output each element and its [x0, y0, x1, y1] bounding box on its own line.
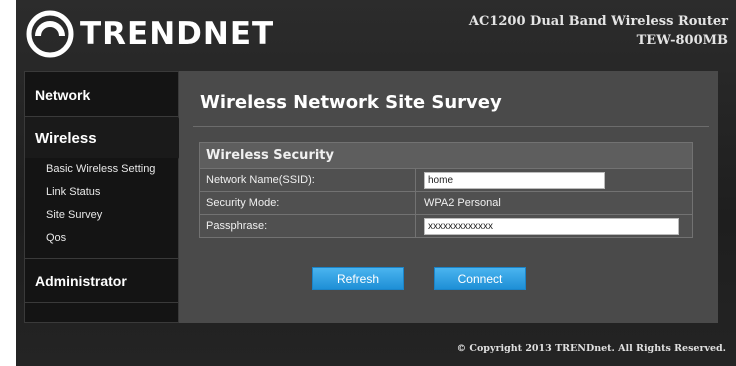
wireless-submenu: Basic Wireless Setting Link Status Site …: [25, 158, 178, 259]
section-title: Wireless Security: [199, 142, 693, 169]
product-name: AC1200 Dual Band Wireless Router: [468, 14, 728, 29]
sidebar-item-wireless[interactable]: Wireless: [25, 116, 191, 159]
sidebar-item-link-status[interactable]: Link Status: [25, 181, 178, 204]
table-row: Network Name(SSID):: [199, 168, 693, 192]
product-info: AC1200 Dual Band Wireless Router TEW-800…: [469, 12, 728, 50]
header: TRENDNET AC1200 Dual Band Wireless Route…: [16, 0, 736, 66]
passphrase-input[interactable]: [424, 217, 679, 235]
sidebar: Network Wireless Basic Wireless Setting …: [24, 71, 191, 323]
ssid-label: Network Name(SSID):: [199, 168, 416, 192]
ssid-input[interactable]: [424, 171, 605, 189]
brand-logo: TRENDNET: [26, 10, 274, 58]
main-content: Wireless Network Site Survey Wireless Se…: [179, 71, 718, 323]
page-title: Wireless Network Site Survey: [200, 92, 502, 113]
sidebar-item-basic-wireless-setting[interactable]: Basic Wireless Setting: [25, 158, 178, 181]
table-row: Passphrase:: [199, 214, 693, 238]
product-model: TEW-800MB: [636, 33, 728, 48]
passphrase-label: Passphrase:: [199, 214, 416, 238]
security-mode-label: Security Mode:: [199, 191, 416, 215]
sidebar-item-network[interactable]: Network: [25, 72, 178, 116]
sidebar-item-site-survey[interactable]: Site Survey: [25, 204, 178, 227]
router-admin-frame: TRENDNET AC1200 Dual Band Wireless Route…: [16, 0, 736, 366]
brand-name: TRENDNET: [80, 15, 275, 52]
refresh-button[interactable]: Refresh: [312, 267, 404, 290]
sidebar-item-qos[interactable]: Qos: [25, 227, 178, 250]
wireless-security-table: Wireless Security Network Name(SSID): Se…: [199, 142, 693, 238]
trendnet-logo-icon: [26, 10, 74, 58]
security-mode-value: WPA2 Personal: [415, 191, 693, 215]
title-divider: [193, 126, 709, 127]
sidebar-item-administrator[interactable]: Administrator: [25, 259, 178, 303]
connect-button[interactable]: Connect: [434, 267, 526, 290]
copyright-text: © Copyright 2013 TRENDnet. All Rights Re…: [456, 343, 726, 354]
table-row: Security Mode: WPA2 Personal: [199, 191, 693, 215]
